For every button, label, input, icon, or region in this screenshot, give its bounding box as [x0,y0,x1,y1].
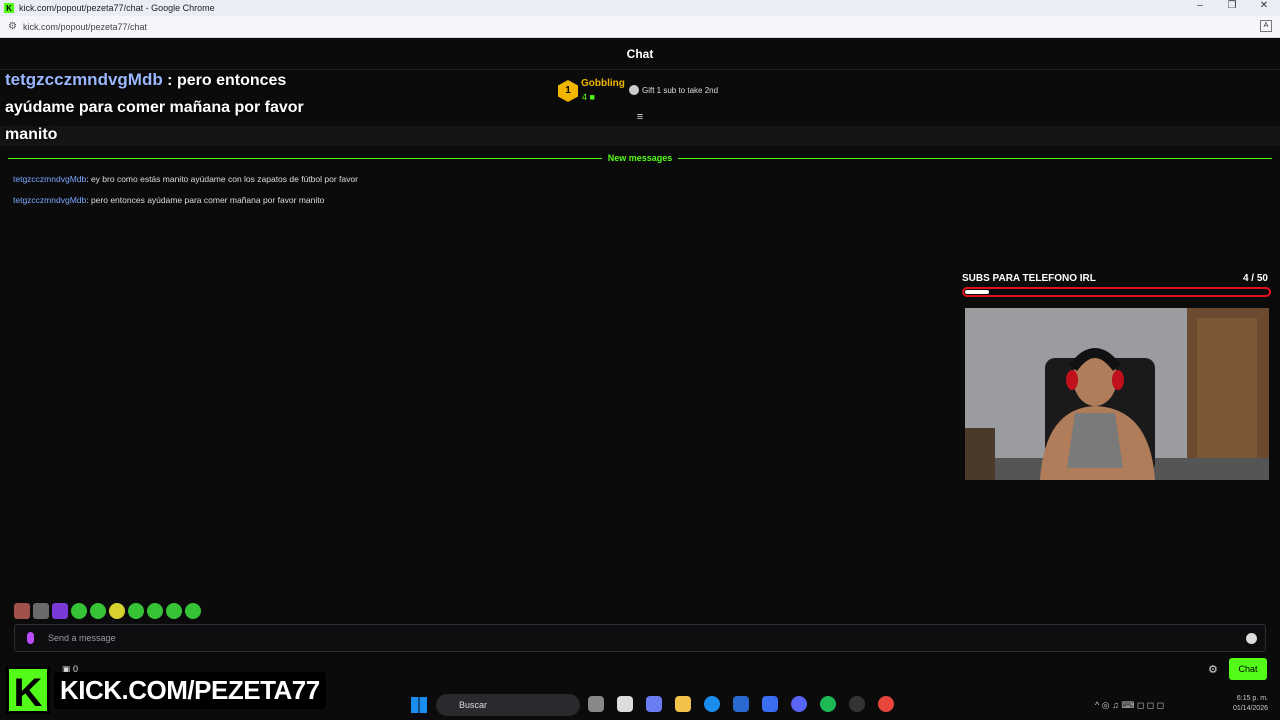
site-info-icon[interactable]: ⚙ [8,21,17,32]
windows-start-icon[interactable] [411,697,427,713]
overlay-username: tetgzcczmndvgMdb [5,70,163,89]
minimize-icon[interactable]: – [1184,0,1216,11]
discord-icon[interactable] [791,696,807,712]
emote-icon[interactable] [71,603,87,619]
message-input[interactable]: Send a message [14,624,1266,652]
rank-badge: 1 [558,80,578,102]
goal-progress-bar [962,287,1271,297]
emote-icon[interactable] [147,603,163,619]
emote-icon[interactable] [33,603,49,619]
emote-icon[interactable] [90,603,106,619]
new-messages-label: New messages [607,153,673,163]
message-text: : pero entonces ayúdame para comer mañan… [86,195,325,205]
collapse-icon[interactable]: ≡ [634,112,646,123]
spotify-icon[interactable] [820,696,836,712]
restore-icon[interactable]: ❐ [1216,0,1248,11]
taskbar-apps [588,696,894,712]
window-title: kick.com/popout/pezeta77/chat - Google C… [19,3,215,13]
gift-sub-cta[interactable]: Gift 1 sub to take 2nd [642,86,718,95]
emoji-icon[interactable] [1246,633,1257,644]
gift-sub-icon [629,85,639,95]
mic-icon[interactable] [27,632,34,644]
taskbar-app-icon[interactable] [646,696,662,712]
translate-icon[interactable]: A [1260,20,1272,32]
webcam-image [965,308,1269,480]
taskbar-app-icon[interactable] [617,696,633,712]
taskbar-app-icon[interactable] [762,696,778,712]
store-icon[interactable] [733,696,749,712]
folder-icon[interactable] [675,696,691,712]
emote-icon[interactable] [52,603,68,619]
kick-favicon-icon: K [4,3,14,13]
top-gifter-name[interactable]: Gobbling [581,78,625,89]
close-icon[interactable]: ✕ [1248,0,1280,11]
chat-send-button[interactable]: Chat [1229,658,1267,680]
message-username[interactable]: tetgzcczmndvgMdb [13,195,86,205]
kick-logo-icon: K [6,666,50,715]
obs-icon[interactable] [849,696,865,712]
goal-title: SUBS PARA TELEFONO IRL [962,273,1096,284]
new-messages-divider: New messages [8,151,1273,165]
sub-goal-widget: SUBS PARA TELEFONO IRL 4 / 50 [962,273,1272,297]
address-bar[interactable]: ⚙ kick.com/popout/pezeta77/chat A [0,16,1280,38]
browser-titlebar: K kick.com/popout/pezeta77/chat - Google… [0,0,1280,16]
goal-count: 4 / 50 [1242,273,1268,284]
settings-gear-icon[interactable]: ⚙ [1208,663,1218,676]
kick-brand-watermark: K KICK.COM/PEZETA77 [6,666,326,715]
chat-message: tetgzcczmndvgMdb: ey bro como estás mani… [13,174,358,184]
window-controls: – ❐ ✕ [1184,0,1280,11]
edge-icon[interactable] [704,696,720,712]
message-text: : ey bro como estás manito ayúdame con l… [86,174,358,184]
emote-quickbar [14,603,201,619]
top-gifter-count: 4 ■ [582,92,595,102]
chat-message: tetgzcczmndvgMdb: pero entonces ayúdame … [13,195,324,205]
goal-progress-fill [965,290,990,294]
emote-icon[interactable] [166,603,182,619]
emote-icon[interactable] [185,603,201,619]
taskbar-app-icon[interactable] [588,696,604,712]
emote-icon[interactable] [128,603,144,619]
system-tray[interactable]: ^ ◎ ♫ ⌨ ◻ ◻ ◻ [1095,700,1164,711]
taskbar-clock[interactable]: 6:15 p. m. 01/14/2026 [1233,694,1268,714]
emote-icon[interactable] [109,603,125,619]
overlay-message: tetgzcczmndvgMdb : pero entonces ayúdame… [5,66,315,148]
url-text[interactable]: kick.com/popout/pezeta77/chat [23,22,147,32]
gift-icon: ■ [589,92,595,102]
emote-icon[interactable] [14,603,30,619]
message-username[interactable]: tetgzcczmndvgMdb [13,174,86,184]
taskbar-search[interactable]: Buscar [436,694,580,716]
chrome-icon[interactable] [878,696,894,712]
message-placeholder[interactable]: Send a message [48,633,116,643]
brand-url: KICK.COM/PEZETA77 [54,671,326,709]
